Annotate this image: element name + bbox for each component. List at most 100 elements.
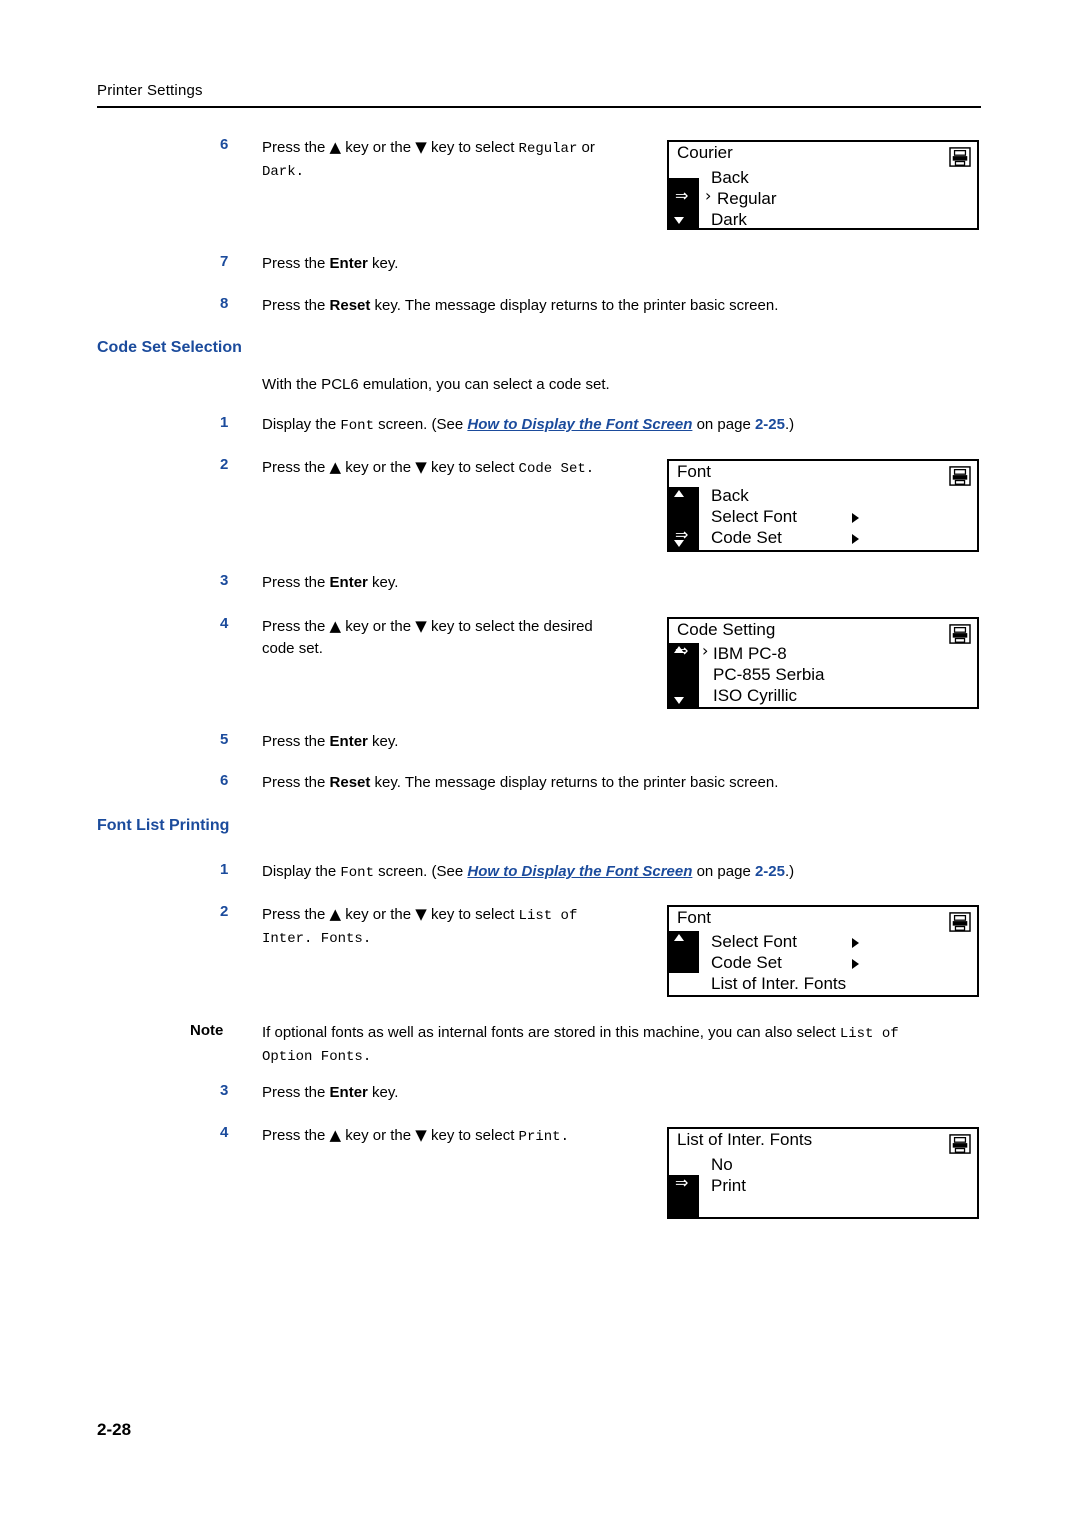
step8-tail: key. The message display returns to the … bbox=[370, 297, 779, 314]
fl1-mid2: on page bbox=[692, 863, 755, 880]
scroll-indicator-font-list[interactable] bbox=[669, 931, 699, 973]
fl3-pre: Press the bbox=[262, 1084, 330, 1101]
lcd-item-fontlist-1[interactable]: Code Set bbox=[711, 953, 782, 973]
cs2-mid1: key or the bbox=[341, 459, 416, 476]
lcd-item-font-2[interactable]: Code Set bbox=[711, 528, 782, 548]
code-set-intro-text: With the PCL6 emulation, you can select … bbox=[262, 376, 610, 393]
lcd-title-list-inter-fonts: List of Inter. Fonts bbox=[677, 1130, 813, 1149]
page-number: 2-28 bbox=[97, 1420, 132, 1439]
step-text-7: Press the Enter key. bbox=[262, 253, 398, 275]
submenu-arrow-icon bbox=[852, 938, 859, 948]
fl4-pre: Press the bbox=[262, 1127, 330, 1144]
cs2-mid2: key to select bbox=[426, 459, 519, 476]
step6-mid3: or bbox=[577, 139, 595, 156]
section-title-code-set-selection: Code Set Selection bbox=[97, 339, 242, 356]
step-text-6-top: Press the ▲ key or the ▼ key to select R… bbox=[262, 136, 652, 183]
step7-key: Enter bbox=[329, 255, 368, 272]
fl4-mid2: key to select bbox=[426, 1127, 519, 1144]
lcd-item-codeset-0[interactable]: IBM PC-8 bbox=[713, 644, 787, 664]
cs2-pre: Press the bbox=[262, 459, 330, 476]
lcd-item-fontlist-0[interactable]: Select Font bbox=[711, 932, 797, 952]
fl2-mono: List of bbox=[518, 908, 578, 924]
scroll-up-arrow-icon[interactable] bbox=[674, 490, 684, 497]
document-page: Printer Settings 6 Press the ▲ key or th… bbox=[0, 0, 1080, 1528]
fl-step-text-3: Press the Enter key. bbox=[262, 1082, 398, 1104]
step7-pre: Press the bbox=[262, 255, 330, 272]
cs-step-number-5: 5 bbox=[220, 731, 229, 748]
printer-icon bbox=[949, 147, 971, 167]
cs1-mono: Font bbox=[340, 418, 374, 434]
lcd-item-courier-0[interactable]: Back bbox=[711, 168, 749, 188]
cs5-tail: key. bbox=[367, 733, 399, 750]
fl3-tail: key. bbox=[367, 1084, 399, 1101]
lcd-panel-list-inter-fonts: List of Inter. Fonts No ⇒ Print bbox=[667, 1127, 979, 1219]
step6-mono1: Regular bbox=[518, 141, 578, 157]
fl4-tail: . bbox=[560, 1129, 569, 1145]
scroll-down-arrow-icon[interactable] bbox=[674, 697, 684, 704]
submenu-arrow-icon bbox=[852, 534, 859, 544]
lcd-panel-courier: Courier Back ⇒ › Regular Dark bbox=[667, 140, 979, 230]
lcd-item-codeset-2[interactable]: ISO Cyrillic bbox=[713, 686, 797, 706]
lcd-item-font-0[interactable]: Back bbox=[711, 486, 749, 506]
fl1-mono: Font bbox=[340, 865, 374, 881]
cs3-pre: Press the bbox=[262, 574, 330, 591]
step7-tail: key. bbox=[367, 255, 399, 272]
step-number-7: 7 bbox=[220, 253, 229, 270]
step6-tail: . bbox=[295, 164, 305, 180]
lcd-item-listinter-0[interactable]: No bbox=[711, 1155, 733, 1175]
selection-arrow-icon: ⇒ bbox=[675, 971, 689, 990]
scroll-up-arrow-icon[interactable] bbox=[674, 934, 684, 941]
step8-pre: Press the bbox=[262, 297, 330, 314]
cs5-key: Enter bbox=[329, 733, 368, 750]
up-arrow-glyph: ▲ bbox=[329, 617, 342, 635]
scroll-down-arrow-icon[interactable] bbox=[674, 217, 684, 224]
lcd-item-courier-1[interactable]: Regular bbox=[717, 189, 777, 209]
fl4-mono: Print bbox=[518, 1129, 561, 1145]
lcd-panel-font-code-set: Font Back Select Font ⇒ Code Set bbox=[667, 459, 979, 552]
up-arrow-glyph: ▲ bbox=[329, 138, 342, 156]
fl2-mid2: key to select bbox=[426, 906, 519, 923]
note-tail: . bbox=[362, 1049, 372, 1065]
note-label: Note bbox=[190, 1022, 224, 1039]
selection-arrow-icon: ⇒ bbox=[675, 641, 689, 660]
note-text: If optional fonts as well as internal fo… bbox=[262, 1022, 982, 1068]
cs6-tail: key. The message display returns to the … bbox=[370, 774, 779, 791]
lcd-item-listinter-1[interactable]: Print bbox=[711, 1176, 746, 1196]
lcd-item-font-1[interactable]: Select Font bbox=[711, 507, 797, 527]
printer-icon bbox=[949, 1134, 971, 1154]
fl-step-number-4: 4 bbox=[220, 1124, 229, 1141]
fl-step-number-2: 2 bbox=[220, 903, 229, 920]
cs2-tail: . bbox=[585, 461, 595, 477]
current-marker-icon: › bbox=[705, 186, 712, 205]
fl1-pre: Display the bbox=[262, 863, 341, 880]
cs-step-number-3: 3 bbox=[220, 572, 229, 589]
lcd-item-courier-2[interactable]: Dark bbox=[711, 210, 747, 230]
lcd-item-codeset-1[interactable]: PC-855 Serbia bbox=[713, 665, 825, 685]
cs1-pre: Display the bbox=[262, 416, 341, 433]
cs2-mono: Code Set bbox=[518, 461, 586, 477]
cs6-key: Reset bbox=[329, 774, 371, 791]
down-arrow-glyph: ▼ bbox=[415, 905, 427, 923]
printer-icon bbox=[949, 624, 971, 644]
fl1-mid: screen. (See bbox=[373, 863, 468, 880]
note-pre: If optional fonts as well as internal fo… bbox=[262, 1024, 840, 1041]
cs-step-text-6: Press the Reset key. The message display… bbox=[262, 772, 778, 794]
down-arrow-glyph: ▼ bbox=[415, 617, 427, 635]
step6-mid2: key to select bbox=[426, 139, 519, 156]
up-arrow-glyph: ▲ bbox=[329, 905, 342, 923]
up-arrow-glyph: ▲ bbox=[329, 1126, 342, 1144]
cs-step-text-3: Press the Enter key. bbox=[262, 572, 398, 594]
step8-key: Reset bbox=[329, 297, 371, 314]
down-arrow-glyph: ▼ bbox=[415, 138, 427, 156]
cs-step-number-6: 6 bbox=[220, 772, 229, 789]
cs-step-text-5: Press the Enter key. bbox=[262, 731, 398, 753]
cs1-crossref-link[interactable]: How to Display the Font Screen bbox=[467, 416, 692, 433]
fl1-page-ref[interactable]: 2-25 bbox=[755, 863, 785, 880]
lcd-title-font-list: Font bbox=[677, 908, 712, 927]
cs-step-number-1: 1 bbox=[220, 414, 229, 431]
fl1-crossref-link[interactable]: How to Display the Font Screen bbox=[467, 863, 692, 880]
cs1-page-ref[interactable]: 2-25 bbox=[755, 416, 785, 433]
lcd-item-fontlist-2[interactable]: List of Inter. Fonts bbox=[711, 974, 846, 994]
fl-step-text-4: Press the ▲ key or the ▼ key to select P… bbox=[262, 1124, 569, 1148]
fl4-mid1: key or the bbox=[341, 1127, 416, 1144]
